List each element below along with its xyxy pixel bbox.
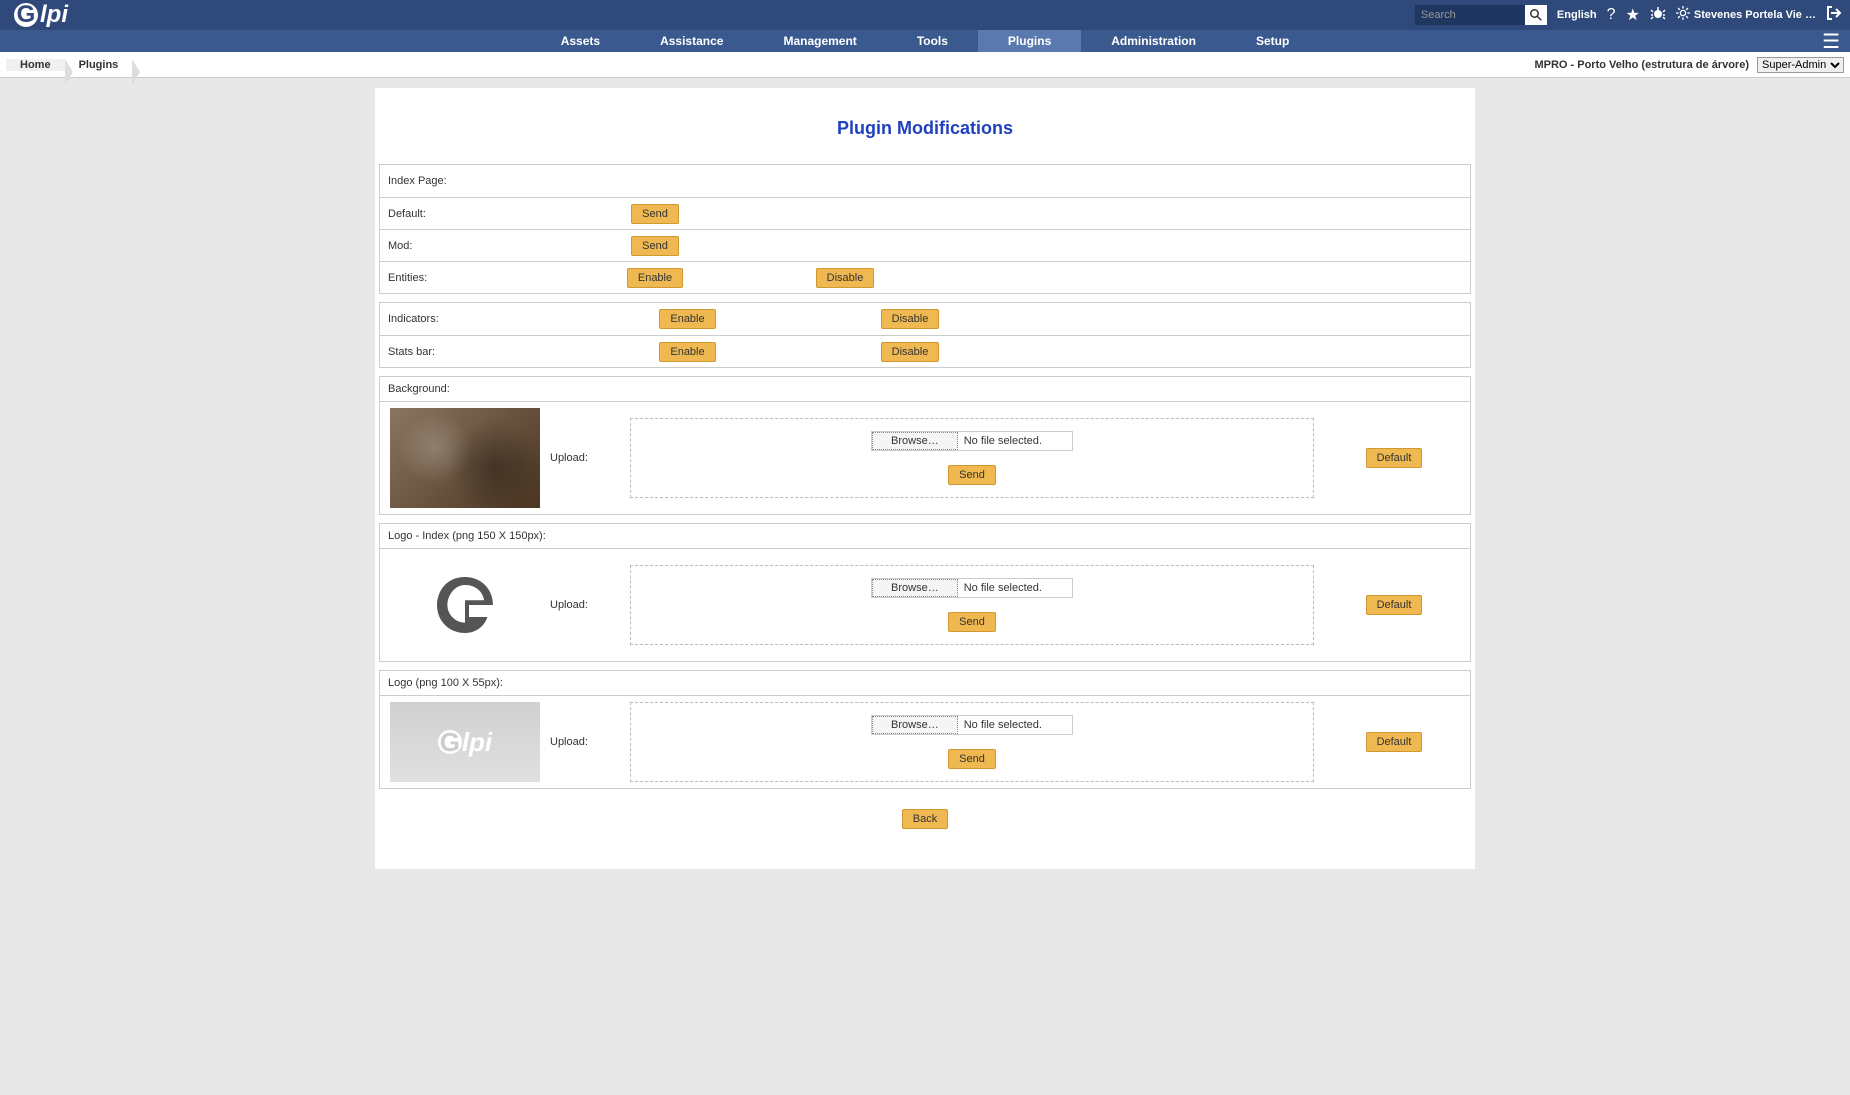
upload-dropzone[interactable]: Browse… No file selected. Send [630,418,1314,498]
breadcrumb: Home Plugins MPRO - Porto Velho (estrutu… [0,52,1850,78]
browse-button[interactable]: Browse… [872,432,958,450]
nav-assets[interactable]: Assets [531,30,630,52]
breadcrumb-plugins[interactable]: Plugins [65,59,133,71]
header-bar: Glpi English ? ★ Stevenes Portela Vie … [0,0,1850,30]
logo-small-upload-section: Logo (png 100 X 55px): Glpi Upload: Brow… [379,670,1471,789]
app-logo[interactable]: Glpi [8,1,74,29]
entities-disable-button[interactable]: Disable [816,268,875,288]
back-button[interactable]: Back [902,809,948,829]
logo-small-send-button[interactable]: Send [948,749,996,769]
entities-label: Entities: [380,266,560,290]
logo-index-default-button[interactable]: Default [1366,595,1423,615]
file-status: No file selected. [958,433,1072,449]
search-button[interactable] [1525,5,1547,25]
gear-icon [1676,6,1690,25]
nav-assistance[interactable]: Assistance [630,30,753,52]
indicators-disable-button[interactable]: Disable [881,309,940,329]
upload-label: Upload: [550,452,620,464]
content-area: Plugin Modifications Index Page: Default… [375,88,1475,869]
logo-index-header: Logo - Index (png 150 X 150px): [380,524,1470,549]
logo-small-header: Logo (png 100 X 55px): [380,671,1470,696]
page-title: Plugin Modifications [375,118,1475,139]
browse-button[interactable]: Browse… [872,579,958,597]
nav-setup[interactable]: Setup [1226,30,1319,52]
language-link[interactable]: English [1557,9,1597,21]
upload-dropzone[interactable]: Browse… No file selected. Send [630,702,1314,782]
index-page-section: Index Page: Default: Send Mod: Send Enti… [379,164,1471,294]
search-box [1415,5,1547,25]
default-label: Default: [380,202,560,226]
logo-index-upload-section: Logo - Index (png 150 X 150px): Upload: … [379,523,1471,662]
file-status: No file selected. [958,580,1072,596]
help-icon[interactable]: ? [1607,6,1616,24]
nav-management[interactable]: Management [753,30,886,52]
browse-button[interactable]: Browse… [872,716,958,734]
nav-plugins[interactable]: Plugins [978,30,1081,52]
background-header: Background: [380,377,1470,402]
role-select[interactable]: Super-Admin [1757,57,1844,73]
hamburger-icon[interactable]: ☰ [1822,29,1840,54]
index-page-label: Index Page: [380,169,560,193]
indicators-label: Indicators: [380,307,560,331]
background-default-button[interactable]: Default [1366,448,1423,468]
upload-dropzone[interactable]: Browse… No file selected. Send [630,565,1314,645]
mod-send-button[interactable]: Send [631,236,679,256]
statsbar-enable-button[interactable]: Enable [659,342,715,362]
logo-index-send-button[interactable]: Send [948,612,996,632]
indicators-section: Indicators: Enable Disable Stats bar: En… [379,302,1471,368]
logo-small-preview: Glpi [390,702,540,782]
entity-label[interactable]: MPRO - Porto Velho (estrutura de árvore) [1534,59,1749,71]
nav-administration[interactable]: Administration [1081,30,1226,52]
indicators-enable-button[interactable]: Enable [659,309,715,329]
logo-index-preview [390,555,540,655]
background-send-button[interactable]: Send [948,465,996,485]
upload-label: Upload: [550,599,620,611]
logo-small-default-button[interactable]: Default [1366,732,1423,752]
breadcrumb-home[interactable]: Home [6,59,65,71]
star-icon[interactable]: ★ [1626,5,1640,25]
upload-label: Upload: [550,736,620,748]
search-icon [1530,9,1542,21]
statsbar-disable-button[interactable]: Disable [881,342,940,362]
statsbar-label: Stats bar: [380,340,560,364]
entities-enable-button[interactable]: Enable [627,268,683,288]
bug-icon[interactable] [1650,5,1666,26]
default-send-button[interactable]: Send [631,204,679,224]
background-preview [390,408,540,508]
nav-tools[interactable]: Tools [887,30,978,52]
background-upload-section: Background: Upload: Browse… No file sele… [379,376,1471,515]
user-menu[interactable]: Stevenes Portela Vie … [1676,6,1816,25]
main-nav: Assets Assistance Management Tools Plugi… [0,30,1850,52]
user-name: Stevenes Portela Vie … [1694,9,1816,21]
mod-label: Mod: [380,234,560,258]
file-status: No file selected. [958,717,1072,733]
logout-icon[interactable] [1826,5,1842,26]
search-input[interactable] [1415,5,1525,25]
